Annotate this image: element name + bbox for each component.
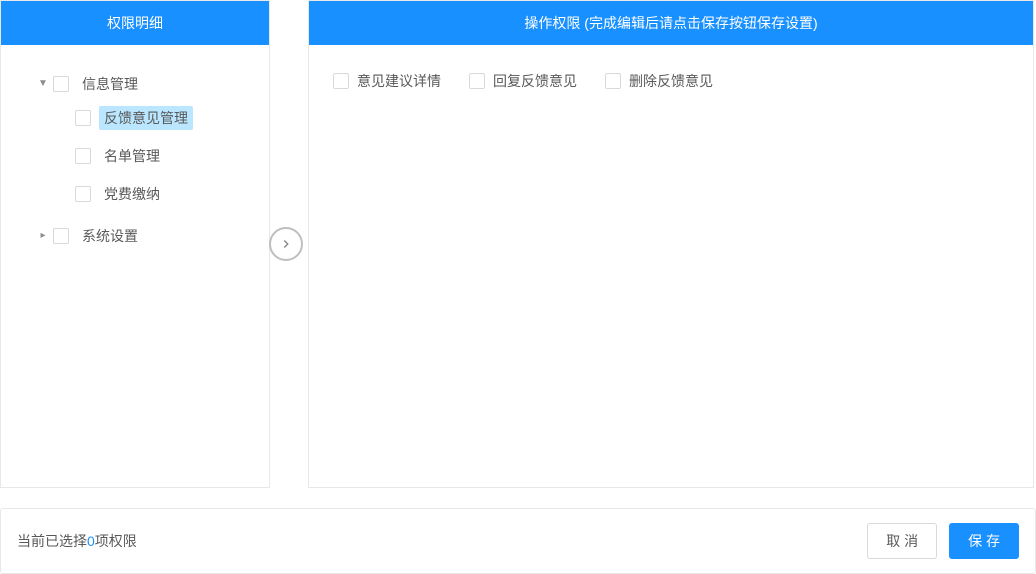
permissions-body: 意见建议详情 回复反馈意见 删除反馈意见: [309, 45, 1033, 487]
right-panel-title: 操作权限 (完成编辑后请点击保存按钮保存设置): [309, 1, 1033, 45]
permission-item-reply[interactable]: 回复反馈意见: [469, 71, 577, 91]
left-panel-title: 权限明细: [1, 1, 269, 45]
tree-checkbox[interactable]: [53, 76, 69, 92]
tree-node-party-fee[interactable]: ▸ 党费缴纳: [33, 179, 259, 209]
tree-node-info-mgmt[interactable]: ▼ 信息管理: [11, 69, 259, 99]
permission-item-detail[interactable]: 意见建议详情: [333, 71, 441, 91]
status-suffix: 项权限: [95, 533, 137, 549]
selection-status: 当前已选择0项权限: [17, 531, 137, 551]
tree-label: 系统设置: [77, 224, 143, 248]
permission-checkbox[interactable]: [605, 73, 621, 89]
permission-checkbox[interactable]: [333, 73, 349, 89]
tree-node-system-settings[interactable]: ▸ 系统设置: [11, 221, 259, 251]
permission-item-delete[interactable]: 删除反馈意见: [605, 71, 713, 91]
permission-label: 回复反馈意见: [493, 71, 577, 91]
chevron-right-icon: [279, 237, 293, 251]
collapse-toggle-button[interactable]: [269, 227, 303, 261]
permission-label: 删除反馈意见: [629, 71, 713, 91]
status-prefix: 当前已选择: [17, 533, 87, 549]
operation-permissions-panel: 操作权限 (完成编辑后请点击保存按钮保存设置) 意见建议详情 回复反馈意见 删除…: [308, 0, 1034, 488]
tree-label: 信息管理: [77, 72, 143, 96]
tree-checkbox[interactable]: [75, 186, 91, 202]
permission-checkbox[interactable]: [469, 73, 485, 89]
permissions-tree-panel: 权限明细 ▼ 信息管理 ▸ 反馈意见管理: [0, 0, 270, 488]
status-count: 0: [87, 533, 95, 549]
caret-right-icon[interactable]: ▸: [35, 224, 51, 248]
cancel-button[interactable]: 取 消: [867, 523, 937, 559]
tree-checkbox[interactable]: [75, 110, 91, 126]
tree-label: 名单管理: [99, 144, 165, 168]
caret-down-icon[interactable]: ▼: [35, 72, 51, 96]
tree-checkbox[interactable]: [75, 148, 91, 164]
tree-node-list-mgmt[interactable]: ▸ 名单管理: [33, 141, 259, 171]
tree-label: 党费缴纳: [99, 182, 165, 206]
tree-node-feedback-mgmt[interactable]: ▸ 反馈意见管理: [33, 103, 259, 133]
save-button[interactable]: 保 存: [949, 523, 1019, 559]
permission-label: 意见建议详情: [357, 71, 441, 91]
tree-label: 反馈意见管理: [99, 106, 193, 130]
tree-checkbox[interactable]: [53, 228, 69, 244]
footer-bar: 当前已选择0项权限 取 消 保 存: [0, 508, 1036, 574]
tree-body: ▼ 信息管理 ▸ 反馈意见管理: [1, 45, 269, 487]
footer-actions: 取 消 保 存: [867, 523, 1019, 559]
